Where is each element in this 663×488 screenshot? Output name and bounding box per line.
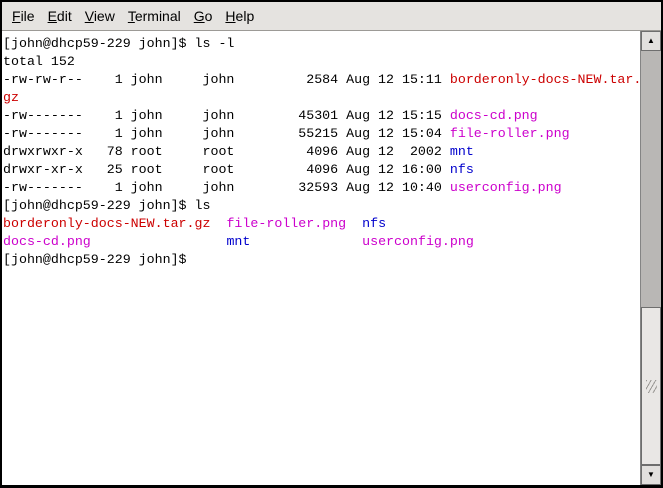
terminal-text-segment: borderonly-docs-NEW.tar. xyxy=(450,72,640,87)
terminal-line: gz xyxy=(3,89,640,107)
terminal-text-segment: [john@dhcp59-229 john]$ ls -l xyxy=(3,36,234,51)
terminal-line: total 152 xyxy=(3,53,640,71)
menu-go[interactable]: Go xyxy=(188,4,219,28)
terminal-line: -rw------- 1 john john 32593 Aug 12 10:4… xyxy=(3,179,640,197)
terminal-text-segment: userconfig.png xyxy=(450,180,562,195)
terminal-text-segment: drwxrwxr-x 78 root root 4096 Aug 12 2002 xyxy=(3,144,450,159)
terminal-text-segment: file-roller.png xyxy=(450,126,570,141)
scrollbar-trough[interactable] xyxy=(641,51,661,465)
window-content: [john@dhcp59-229 john]$ ls -l total 152 -r… xyxy=(2,31,661,485)
terminal-output[interactable]: [john@dhcp59-229 john]$ ls -l total 152 -r… xyxy=(2,31,640,485)
terminal-text-segment: nfs xyxy=(362,216,386,231)
scroll-down-button[interactable]: ▼ xyxy=(641,465,661,485)
terminal-text-segment: -rw-rw-r-- 1 john john 2584 Aug 12 15:11 xyxy=(3,72,450,87)
terminal-text-segment xyxy=(91,234,227,249)
terminal-line: [john@dhcp59-229 john]$ ls xyxy=(3,197,640,215)
terminal-text-segment: [john@dhcp59-229 john]$ ls xyxy=(3,198,210,213)
terminal-text-segment: -rw------- 1 john john 55215 Aug 12 15:0… xyxy=(3,126,450,141)
terminal-line: [john@dhcp59-229 john]$ ls -l xyxy=(3,35,640,53)
terminal-text-segment: drwxr-xr-x 25 root root 4096 Aug 12 16:0… xyxy=(3,162,450,177)
scroll-down-icon: ▼ xyxy=(647,471,655,479)
terminal-text-segment: file-roller.png xyxy=(226,216,346,231)
terminal-line: borderonly-docs-NEW.tar.gz file-roller.p… xyxy=(3,215,640,233)
menu-help[interactable]: Help xyxy=(219,4,260,28)
terminal-line: docs-cd.png mnt userconfig.png xyxy=(3,233,640,251)
menu-view[interactable]: View xyxy=(79,4,121,28)
terminal-text-segment xyxy=(250,234,362,249)
terminal-text-segment: borderonly-docs-NEW.tar.gz xyxy=(3,216,210,231)
scroll-up-icon: ▲ xyxy=(647,37,655,45)
terminal-line: [john@dhcp59-229 john]$ xyxy=(3,251,640,269)
terminal-text-segment: -rw------- 1 john john 32593 Aug 12 10:4… xyxy=(3,180,450,195)
scroll-up-button[interactable]: ▲ xyxy=(641,31,661,51)
terminal-text-segment: [john@dhcp59-229 john]$ xyxy=(3,252,195,267)
terminal-text-segment: docs-cd.png xyxy=(3,234,91,249)
menu-file[interactable]: File xyxy=(6,4,41,28)
terminal-line: -rw-rw-r-- 1 john john 2584 Aug 12 15:11… xyxy=(3,71,640,89)
menubar: FileEditViewTerminalGoHelp xyxy=(2,2,661,31)
terminal-text-segment: nfs xyxy=(450,162,474,177)
terminal-text-segment: docs-cd.png xyxy=(450,108,538,123)
terminal-text-segment: total 152 xyxy=(3,54,75,69)
terminal-text-segment xyxy=(346,216,362,231)
terminal-text-segment: mnt xyxy=(450,144,474,159)
menu-edit[interactable]: Edit xyxy=(42,4,78,28)
terminal-text-segment xyxy=(210,216,226,231)
terminal-line: -rw------- 1 john john 45301 Aug 12 15:1… xyxy=(3,107,640,125)
terminal-text-segment: userconfig.png xyxy=(362,234,474,249)
terminal-line: drwxr-xr-x 25 root root 4096 Aug 12 16:0… xyxy=(3,161,640,179)
menu-terminal[interactable]: Terminal xyxy=(122,4,187,28)
scrollbar[interactable]: ▲ ▼ xyxy=(640,31,661,485)
scrollbar-thumb[interactable] xyxy=(641,307,661,465)
terminal-window: FileEditViewTerminalGoHelp [john@dhcp59-… xyxy=(2,2,661,485)
terminal-text-segment: mnt xyxy=(226,234,250,249)
terminal-line: drwxrwxr-x 78 root root 4096 Aug 12 2002… xyxy=(3,143,640,161)
terminal-text-segment: -rw------- 1 john john 45301 Aug 12 15:1… xyxy=(3,108,450,123)
scrollbar-grip-icon xyxy=(646,380,657,393)
terminal-line: -rw------- 1 john john 55215 Aug 12 15:0… xyxy=(3,125,640,143)
terminal-text-segment: gz xyxy=(3,90,19,105)
